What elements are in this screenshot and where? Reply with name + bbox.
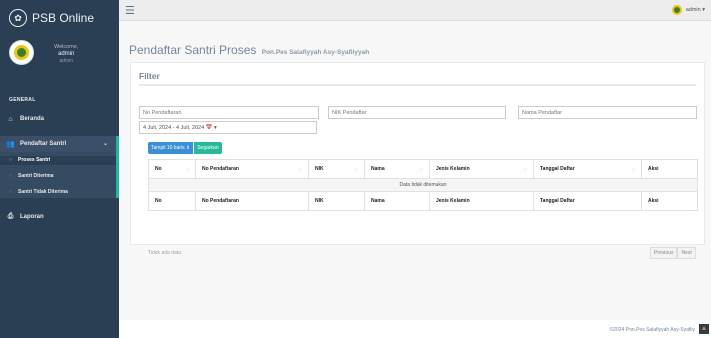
sidebar-sub-santri-tidak-diterima[interactable]: Santri Tidak Diterima bbox=[0, 188, 116, 197]
users-icon: 👥 bbox=[6, 141, 15, 148]
sidebar-group-toggle[interactable]: 👥 Pendaftar Santri ⌄ bbox=[0, 136, 116, 152]
paw-icon: ✿ bbox=[9, 9, 27, 27]
sidebar-item-label: Laporan bbox=[20, 214, 44, 220]
sidebar-item-label: Beranda bbox=[20, 116, 45, 122]
col-jenis-kelamin[interactable]: Jenis Kelamin ↓↑ bbox=[429, 159, 534, 179]
footer-copyright: ©2024 Pon.Pes Salafiyyah Asy-Syafiiy bbox=[609, 327, 695, 333]
show-rows-button[interactable]: Tampil 10 baris ⇕ bbox=[148, 142, 194, 154]
sort-icon: ↓↑ bbox=[419, 167, 424, 173]
foot-nama: Nama bbox=[364, 191, 430, 211]
main-content: Pendaftar Santri Proses Pon.Pes Salafiyy… bbox=[119, 21, 711, 338]
sort-icon: ↓↑ bbox=[631, 167, 636, 173]
page-subtitle: Pon.Pes Salafiyyah Asy-Syafiiyyah bbox=[261, 49, 370, 56]
page-title: Pendaftar Santri Proses Pon.Pes Salafiyy… bbox=[129, 43, 369, 57]
footer: ©2024 Pon.Pes Salafiyyah Asy-Syafiiy ▲ bbox=[119, 320, 711, 338]
col-nama[interactable]: Nama ↓↑ bbox=[364, 159, 430, 179]
sidebar-item-label: Pendaftar Santri bbox=[20, 141, 67, 147]
table-controls: Tampil 10 baris ⇕ Segarkan bbox=[148, 142, 222, 154]
nama-input[interactable]: Nama Pendaftar bbox=[518, 106, 697, 119]
chevron-down-icon: ⌄ bbox=[102, 141, 108, 147]
sidebar-item-laporan[interactable]: ⎙ Laporan bbox=[0, 209, 119, 225]
table-info: Tidak ada data bbox=[148, 250, 181, 256]
foot-jenis-kelamin: Jenis Kelamin bbox=[429, 191, 534, 211]
foot-nik: NIK bbox=[308, 191, 365, 211]
menu-toggle-icon[interactable]: ☰ bbox=[125, 4, 135, 17]
data-table: No ↓↑ No Pendaftaran ↓↑ NIK ↓↑ Nama ↓↑ Jenis… bbox=[148, 159, 698, 211]
welcome-text: Welcome, bbox=[54, 44, 79, 50]
foot-aksi: Aksi bbox=[641, 191, 698, 211]
user-avatar bbox=[671, 5, 682, 15]
table-footer-row: No No Pendaftaran NIK Nama Jenis Kelamin… bbox=[148, 191, 698, 211]
divider bbox=[139, 84, 696, 86]
pagination: Previous Next bbox=[650, 247, 696, 259]
profile-role: admin bbox=[59, 58, 73, 64]
sort-icon: ↓↑ bbox=[523, 167, 528, 173]
col-no-pendaftaran[interactable]: No Pendaftaran ↓↑ bbox=[195, 159, 309, 179]
sort-icon: ↓↑ bbox=[298, 167, 303, 173]
sort-icon: ↓↑ bbox=[354, 167, 359, 173]
foot-no-pendaftaran: No Pendaftaran bbox=[195, 191, 309, 211]
date-range-picker[interactable]: 4 Juli, 2024 - 4 Juli, 2024 📅 ▾ bbox=[139, 121, 317, 134]
table-row: Data tidak ditemukan bbox=[148, 178, 698, 192]
col-aksi: Aksi bbox=[641, 159, 698, 179]
user-name: admin ▾ bbox=[685, 7, 705, 13]
fire-icon: ▲ bbox=[699, 324, 709, 334]
empty-message: Data tidak ditemukan bbox=[148, 178, 698, 192]
table-header-row: No ↓↑ No Pendaftaran ↓↑ NIK ↓↑ Nama ↓↑ Jenis… bbox=[148, 159, 698, 179]
foot-no: No bbox=[148, 191, 196, 211]
home-icon: ⌂ bbox=[8, 115, 13, 123]
filter-panel: Filter No Pendaftaran NIK Pendaftar Nama… bbox=[130, 62, 705, 259]
brand[interactable]: ✿ PSB Online bbox=[0, 0, 119, 36]
col-no[interactable]: No ↓↑ bbox=[148, 159, 196, 179]
printer-icon: ⎙ bbox=[7, 213, 14, 220]
top-nav: ☰ admin ▾ bbox=[119, 0, 711, 21]
profile-name: admin bbox=[58, 51, 75, 57]
sidebar-sub-proses-santri[interactable]: Proses Santri bbox=[0, 156, 116, 165]
col-nik[interactable]: NIK ↓↑ bbox=[308, 159, 365, 179]
sidebar-item-beranda[interactable]: ⌂ Beranda bbox=[0, 111, 119, 127]
foot-tanggal-daftar: Tanggal Daftar bbox=[533, 191, 642, 211]
sidebar-sub-santri-diterima[interactable]: Santri Diterima bbox=[0, 172, 116, 181]
no-pendaftaran-input[interactable]: No Pendaftaran bbox=[139, 106, 319, 119]
refresh-button[interactable]: Segarkan bbox=[194, 142, 222, 154]
col-tanggal-daftar[interactable]: Tanggal Daftar ↓↑ bbox=[533, 159, 642, 179]
avatar bbox=[9, 40, 34, 65]
user-menu[interactable]: admin ▾ bbox=[671, 5, 705, 15]
profile: Welcome, admin admin bbox=[0, 36, 119, 76]
page-title-text: Pendaftar Santri Proses bbox=[129, 43, 257, 57]
panel-title: Filter bbox=[139, 71, 160, 81]
sort-icon: ↓↑ bbox=[185, 167, 190, 173]
brand-title: PSB Online bbox=[32, 11, 95, 25]
nik-input[interactable]: NIK Pendaftar bbox=[328, 106, 506, 119]
sidebar-item-pendaftar-santri: 👥 Pendaftar Santri ⌄ Proses Santri Santr… bbox=[0, 136, 119, 198]
sidebar: ✿ PSB Online Welcome, admin admin GENERA… bbox=[0, 0, 119, 338]
previous-button[interactable]: Previous bbox=[650, 247, 678, 259]
section-title: GENERAL bbox=[9, 97, 36, 103]
next-button[interactable]: Next bbox=[677, 247, 696, 259]
